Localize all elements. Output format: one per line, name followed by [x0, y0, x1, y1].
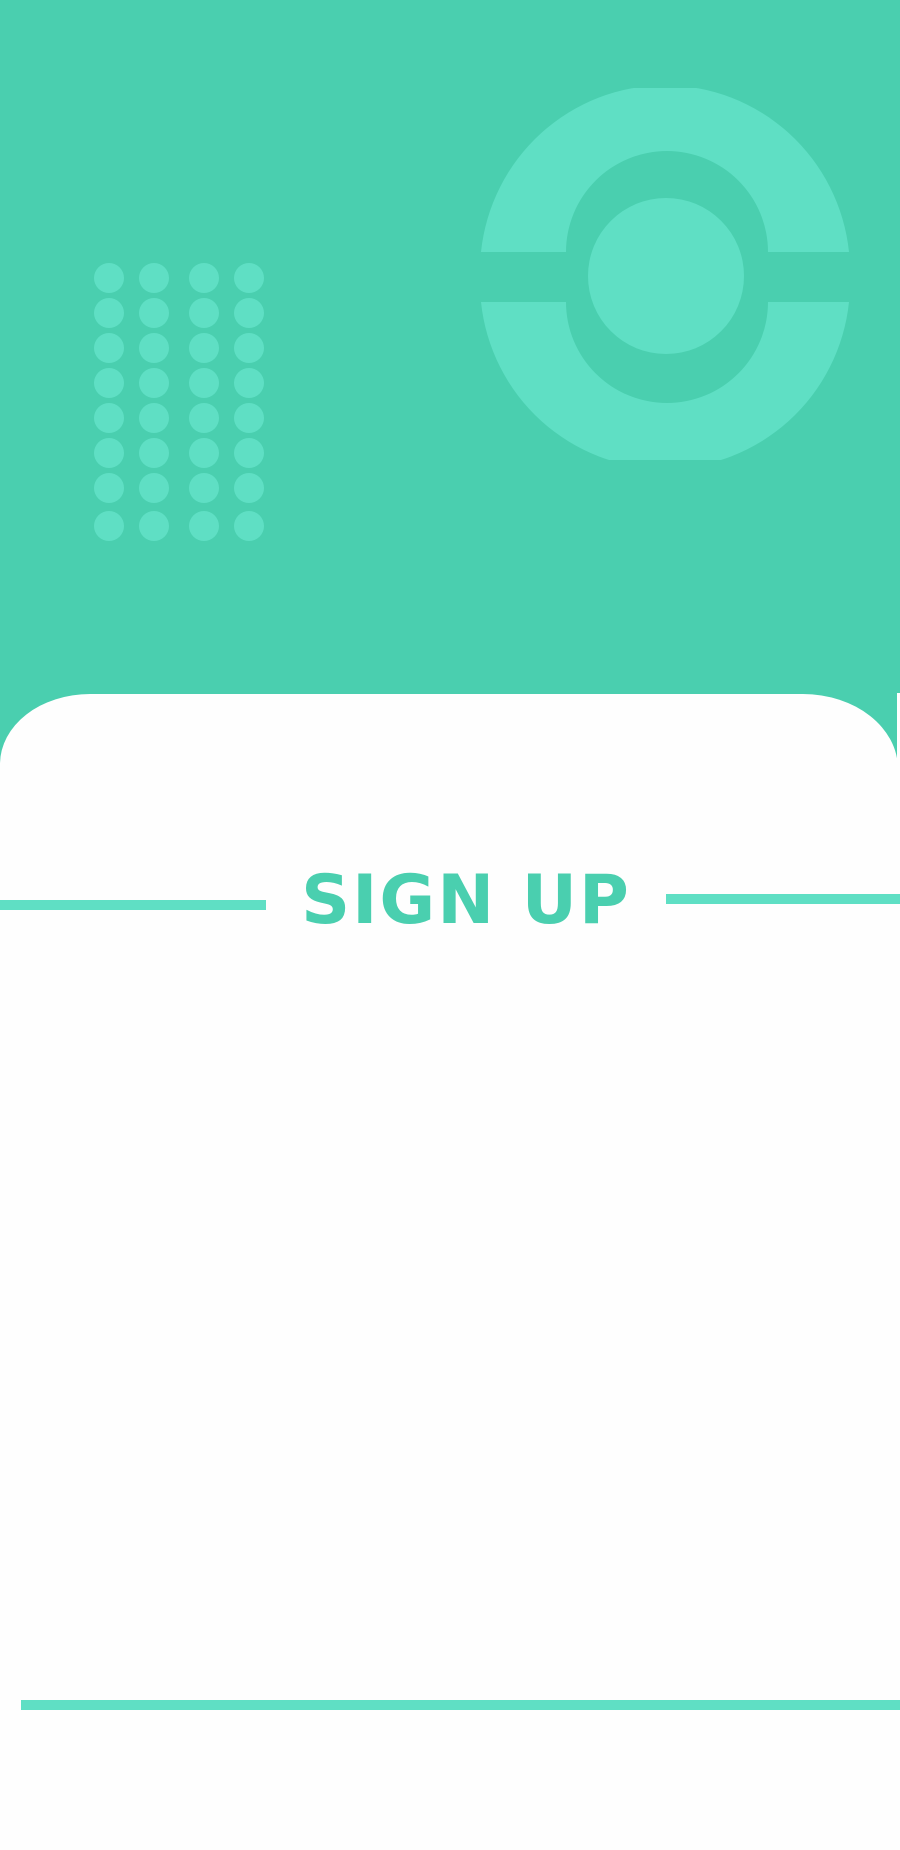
- pattern-dot: [139, 473, 169, 503]
- dot-pattern: [94, 263, 264, 541]
- pattern-dot: [234, 511, 264, 541]
- pattern-dot: [234, 473, 264, 503]
- ring-logo-icon: [481, 88, 849, 460]
- pattern-dot: [139, 403, 169, 433]
- pattern-dot: [94, 298, 124, 328]
- pattern-dot: [139, 368, 169, 398]
- pattern-dot: [139, 333, 169, 363]
- pattern-dot: [94, 473, 124, 503]
- pattern-dot: [189, 438, 219, 468]
- pattern-dot: [189, 473, 219, 503]
- pattern-dot: [234, 263, 264, 293]
- pattern-dot: [94, 403, 124, 433]
- title-row: SIGN UP: [0, 866, 900, 936]
- pattern-dot: [139, 438, 169, 468]
- pattern-dot: [234, 368, 264, 398]
- pattern-dot: [189, 368, 219, 398]
- pattern-dot: [94, 333, 124, 363]
- pattern-dot: [139, 263, 169, 293]
- title-divider-left: [0, 900, 266, 910]
- pattern-dot: [234, 298, 264, 328]
- title-divider-right: [666, 894, 900, 904]
- pattern-dot: [94, 511, 124, 541]
- page-title: SIGN UP: [301, 861, 631, 940]
- pattern-dot: [189, 403, 219, 433]
- pattern-dot: [234, 403, 264, 433]
- pattern-dot: [94, 263, 124, 293]
- bottom-divider: [21, 1700, 900, 1710]
- pattern-dot: [139, 298, 169, 328]
- pattern-dot: [94, 368, 124, 398]
- pattern-dot: [234, 333, 264, 363]
- pattern-dot: [189, 333, 219, 363]
- pattern-dot: [94, 438, 124, 468]
- pattern-dot: [189, 263, 219, 293]
- pattern-dot: [139, 511, 169, 541]
- header-banner: [0, 0, 900, 700]
- pattern-dot: [234, 438, 264, 468]
- pattern-dot: [189, 511, 219, 541]
- pattern-dot: [189, 298, 219, 328]
